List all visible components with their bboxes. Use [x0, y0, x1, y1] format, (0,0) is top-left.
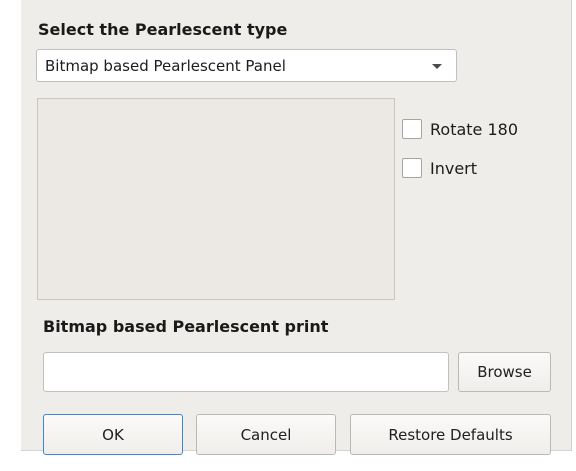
pearlescent-type-heading: Select the Pearlescent type	[38, 20, 288, 39]
pearlescent-preview-panel	[37, 98, 395, 300]
ok-button[interactable]: OK	[43, 414, 183, 455]
dropdown-arrow-icon	[432, 64, 442, 69]
pearlescent-type-select[interactable]: Bitmap based Pearlescent Panel	[36, 49, 457, 82]
bitmap-path-input[interactable]	[43, 352, 449, 392]
invert-option[interactable]: Invert	[402, 157, 477, 179]
invert-checkbox[interactable]	[402, 158, 422, 178]
browse-button[interactable]: Browse	[458, 352, 551, 392]
restore-defaults-button[interactable]: Restore Defaults	[350, 414, 551, 455]
pearlescent-dialog: Select the Pearlescent type Bitmap based…	[21, 0, 572, 455]
pearlescent-type-selected-value: Bitmap based Pearlescent Panel	[45, 57, 286, 75]
rotate-180-checkbox[interactable]	[402, 119, 422, 139]
rotate-180-option[interactable]: Rotate 180	[402, 118, 518, 140]
bitmap-print-heading: Bitmap based Pearlescent print	[43, 317, 329, 336]
rotate-180-label: Rotate 180	[430, 119, 519, 139]
invert-label: Invert	[430, 158, 478, 178]
cancel-button[interactable]: Cancel	[196, 414, 336, 455]
